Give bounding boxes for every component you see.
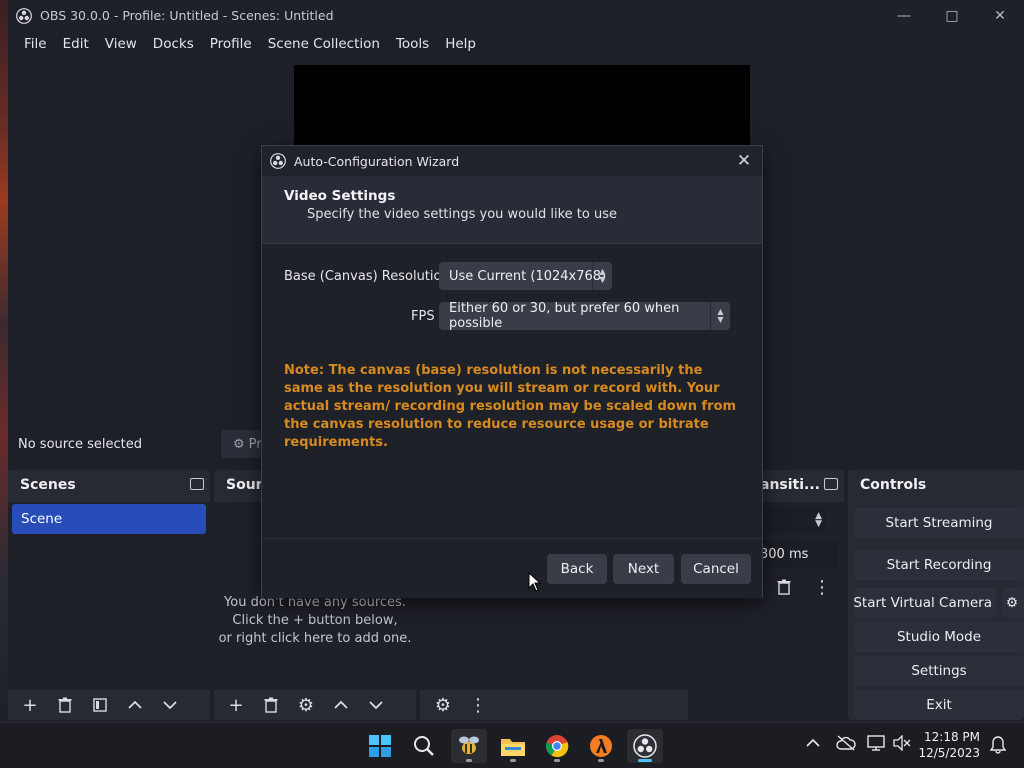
chevron-updown-icon: ▲ ▼ bbox=[710, 302, 730, 330]
more-options-icon[interactable]: ⋮ bbox=[809, 576, 835, 598]
clock-date: 12/5/2023 bbox=[918, 746, 980, 760]
start-recording-button[interactable]: Start Recording bbox=[854, 550, 1024, 580]
notification-bell-icon[interactable] bbox=[989, 736, 1007, 758]
trash-icon[interactable] bbox=[258, 694, 284, 716]
title-bar: OBS 30.0.0 - Profile: Untitled - Scenes:… bbox=[8, 0, 1024, 31]
undock-icon[interactable] bbox=[824, 478, 838, 490]
more-options-icon[interactable]: ⋮ bbox=[465, 694, 491, 716]
obs-logo-icon bbox=[270, 153, 286, 169]
undock-icon[interactable] bbox=[190, 478, 204, 490]
taskbar: 12:18 PM 12/5/2023 bbox=[0, 722, 1024, 768]
mouse-cursor-icon bbox=[528, 572, 542, 592]
transitions-dock-title: ansiti... bbox=[760, 477, 820, 493]
page-title: Video Settings bbox=[284, 188, 396, 204]
controls-dock: Controls Start Streaming Start Recording… bbox=[848, 470, 1024, 720]
menu-bar: File Edit View Docks Profile Scene Colle… bbox=[8, 31, 1024, 57]
menu-help[interactable]: Help bbox=[437, 36, 484, 52]
gear-icon[interactable]: ⚙ bbox=[293, 694, 319, 716]
cloud-offline-icon[interactable] bbox=[836, 735, 856, 755]
scene-list-item[interactable]: Scene bbox=[12, 504, 206, 534]
resolution-select[interactable]: Use Current (1024x768) ▲ ▼ bbox=[439, 262, 612, 290]
exit-button[interactable]: Exit bbox=[854, 690, 1024, 720]
system-clock[interactable]: 12:18 PM 12/5/2023 bbox=[918, 729, 980, 761]
fps-select[interactable]: Either 60 or 30, but prefer 60 when poss… bbox=[439, 301, 730, 331]
no-source-label: No source selected bbox=[18, 436, 142, 452]
start-streaming-button[interactable]: Start Streaming bbox=[854, 508, 1024, 538]
window-title: OBS 30.0.0 - Profile: Untitled - Scenes:… bbox=[40, 8, 334, 23]
empty-sources-hint: You don't have any sources. Click the + … bbox=[218, 595, 412, 646]
next-button[interactable]: Next bbox=[613, 554, 674, 584]
back-button[interactable]: Back bbox=[547, 554, 607, 584]
chrome-icon[interactable] bbox=[539, 729, 575, 763]
resolution-label: Base (Canvas) Resolution bbox=[284, 269, 450, 284]
scenes-dock-title: Scenes bbox=[20, 477, 76, 493]
settings-button[interactable]: Settings bbox=[854, 656, 1024, 686]
dialog-title: Auto-Configuration Wizard bbox=[294, 153, 460, 169]
gear-icon: ⚙ bbox=[1006, 595, 1019, 611]
start-icon[interactable] bbox=[362, 729, 398, 763]
filter-icon[interactable] bbox=[87, 694, 113, 716]
add-source-icon[interactable]: + bbox=[223, 694, 249, 716]
file-explorer-icon[interactable] bbox=[495, 729, 531, 763]
trash-icon[interactable] bbox=[771, 576, 797, 598]
search-icon[interactable] bbox=[406, 729, 442, 763]
dialog-header: Video Settings Specify the video setting… bbox=[262, 176, 762, 244]
bee-app-icon[interactable] bbox=[451, 729, 487, 763]
controls-dock-title: Controls bbox=[860, 477, 927, 493]
desktop-wallpaper bbox=[0, 0, 8, 722]
menu-docks[interactable]: Docks bbox=[145, 36, 202, 52]
gear-icon[interactable]: ⚙ bbox=[430, 694, 456, 716]
move-down-icon[interactable] bbox=[157, 694, 183, 716]
close-icon[interactable]: ✕ bbox=[976, 0, 1024, 31]
chevron-up-icon[interactable] bbox=[806, 737, 820, 752]
auto-config-wizard-dialog: Auto-Configuration Wizard ✕ Video Settin… bbox=[261, 145, 763, 598]
menu-tools[interactable]: Tools bbox=[388, 36, 437, 52]
move-down-icon[interactable] bbox=[363, 694, 389, 716]
resolution-note: Note: The canvas (base) resolution is no… bbox=[284, 363, 737, 450]
scenes-dock: Scenes Scene + bbox=[8, 470, 210, 720]
network-icon[interactable] bbox=[867, 735, 885, 755]
chevron-updown-icon: ▲ ▼ bbox=[815, 511, 822, 529]
cancel-button[interactable]: Cancel bbox=[681, 554, 751, 584]
start-virtual-camera-button[interactable]: Start Virtual Camera bbox=[854, 588, 996, 618]
dialog-footer: Back Next Cancel bbox=[262, 538, 762, 598]
move-up-icon[interactable] bbox=[328, 694, 354, 716]
gear-icon: ⚙ bbox=[233, 436, 245, 452]
fps-label: FPS bbox=[411, 309, 435, 324]
dialog-body: Base (Canvas) Resolution Use Current (10… bbox=[262, 245, 762, 537]
menu-file[interactable]: File bbox=[16, 36, 55, 52]
maximize-icon[interactable]: □ bbox=[928, 0, 976, 31]
studio-mode-button[interactable]: Studio Mode bbox=[854, 622, 1024, 652]
add-scene-icon[interactable]: + bbox=[17, 694, 43, 716]
chevron-updown-icon: ▲ ▼ bbox=[592, 262, 612, 290]
menu-scene-collection[interactable]: Scene Collection bbox=[260, 36, 388, 52]
minimize-icon[interactable]: — bbox=[880, 0, 928, 31]
half-life-icon[interactable] bbox=[583, 729, 619, 763]
dialog-title-bar: Auto-Configuration Wizard ✕ bbox=[262, 146, 762, 176]
trash-icon[interactable] bbox=[52, 694, 78, 716]
menu-view[interactable]: View bbox=[97, 36, 145, 52]
page-subtitle: Specify the video settings you would lik… bbox=[307, 207, 617, 222]
menu-edit[interactable]: Edit bbox=[55, 36, 97, 52]
close-icon[interactable]: ✕ bbox=[734, 151, 754, 171]
volume-muted-icon[interactable] bbox=[893, 734, 911, 755]
menu-profile[interactable]: Profile bbox=[202, 36, 260, 52]
virtual-camera-settings-button[interactable]: ⚙ bbox=[1002, 588, 1024, 618]
clock-time: 12:18 PM bbox=[924, 730, 980, 744]
move-up-icon[interactable] bbox=[122, 694, 148, 716]
obs-icon[interactable] bbox=[627, 729, 663, 763]
obs-logo-icon bbox=[16, 7, 32, 24]
